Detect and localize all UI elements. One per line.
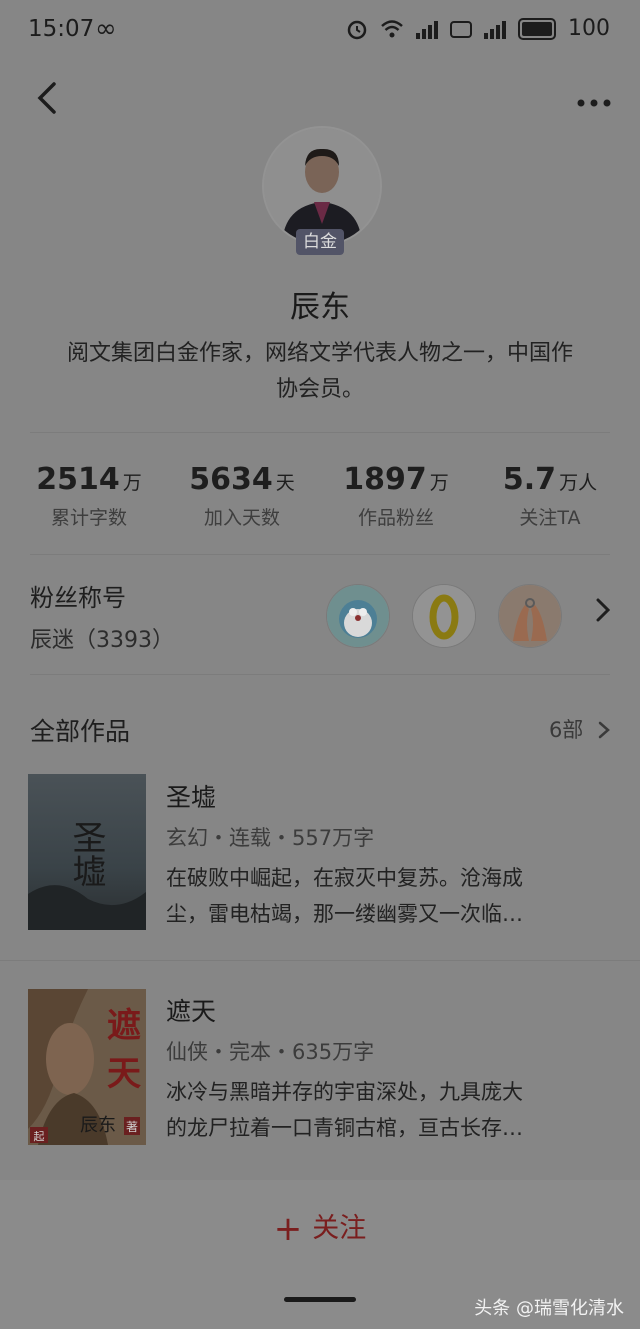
battery-level: 100 (568, 16, 610, 41)
platinum-badge: 白金 (296, 229, 344, 255)
works-count: 6部 (548, 718, 584, 742)
status-time: 15:07 (28, 16, 95, 42)
bio-line-1: 阅文集团白金作家，网络文学代表人物之一，中国作 (66, 341, 573, 366)
stat-label: 加入天数 (203, 507, 280, 529)
desc-line: 尘，雷电枯竭，那一缕幽雾又一次临… (166, 902, 523, 926)
book-meta: 仙侠・完本・635万字 (166, 1040, 375, 1064)
fan-badge-ring[interactable] (412, 584, 476, 648)
wifi-icon (381, 19, 403, 37)
book-title[interactable]: 遮天 (166, 992, 216, 1028)
stat-unit: 万 (122, 472, 142, 494)
divider (30, 432, 610, 433)
cover-logo: 起 (34, 1130, 45, 1143)
stat-label: 作品粉丝 (357, 507, 434, 529)
stat-value: 5.7 (502, 462, 557, 497)
stat-value: 1897 (343, 462, 427, 497)
author-name: 辰东 (290, 290, 350, 325)
desc-line: 在破败中崛起，在寂灭中复苏。沧海成 (166, 866, 523, 890)
stat-unit: 万 (429, 472, 449, 494)
alarm-icon (347, 20, 367, 39)
signal-4g-icon (416, 19, 438, 39)
more-icon[interactable] (576, 82, 612, 114)
book-cover-zhetian[interactable]: 遮 天 辰东 著 起 (28, 989, 146, 1145)
fan-title-name: 辰迷（3393） (30, 628, 174, 653)
back-icon[interactable] (28, 78, 68, 118)
stat-total-words: 2514 万 累计字数 (14, 462, 164, 530)
cover-title-2: 天 (107, 1054, 141, 1094)
stat-value: 2514 (36, 462, 120, 497)
plus-icon: + (273, 1209, 303, 1249)
book-cover-shengxu[interactable]: 圣墟 (28, 774, 146, 930)
fan-badge-hands[interactable] (498, 584, 562, 648)
cover-title-1: 遮 (107, 1006, 141, 1046)
author-avatar[interactable] (262, 126, 382, 246)
desc-line: 冰冷与黑暗并存的宇宙深处，九具庞大 (166, 1080, 523, 1104)
watermark: 头条 @瑞雪化清水 (474, 1298, 624, 1319)
chevron-right-icon[interactable] (596, 598, 611, 629)
signal-icon (484, 19, 506, 39)
stat-days-joined: 5634 天 加入天数 (167, 462, 317, 530)
book-description: 在破败中崛起，在寂灭中复苏。沧海成 尘，雷电枯竭，那一缕幽雾又一次临… (166, 860, 596, 932)
divider (0, 960, 640, 961)
fan-title-heading: 粉丝称号 (30, 584, 126, 612)
status-right: 100 (346, 16, 610, 41)
stat-followers[interactable]: 5.7 万人 关注TA (475, 462, 625, 530)
bio-line-2: 协会员。 (275, 377, 364, 402)
works-heading: 全部作品 (30, 717, 131, 746)
stat-work-fans: 1897 万 作品粉丝 (321, 462, 471, 530)
hd-icon (450, 20, 472, 38)
works-count-link[interactable]: 6部 (549, 714, 610, 744)
divider (30, 554, 610, 555)
divider (30, 674, 610, 675)
stat-value: 5634 (189, 462, 273, 497)
follow-label: 关注 (312, 1213, 367, 1244)
author-bio: 阅文集团白金作家，网络文学代表人物之一，中国作 协会员。 (30, 336, 610, 408)
book-meta: 玄幻・连载・557万字 (166, 826, 375, 850)
infinity-icon: ∞ (95, 14, 117, 44)
book-title[interactable]: 圣墟 (166, 778, 216, 814)
stat-label: 关注TA (519, 507, 581, 529)
desc-line: 的龙尸拉着一口青铜古棺，亘古长存… (166, 1116, 523, 1140)
status-bar: 15:07 ∞ 100 (0, 0, 640, 64)
cover-mark: 著 (126, 1120, 138, 1134)
stat-unit: 天 (275, 472, 295, 494)
stat-unit: 万人 (559, 472, 598, 494)
fan-badge-doraemon[interactable] (326, 584, 390, 648)
stat-label: 累计字数 (50, 507, 127, 529)
cover-title: 圣墟 (66, 820, 106, 888)
book-description: 冰冷与黑暗并存的宇宙深处，九具庞大 的龙尸拉着一口青铜古棺，亘古长存… (166, 1074, 596, 1146)
battery-icon (518, 17, 556, 40)
chevron-right-icon (598, 721, 610, 739)
home-indicator[interactable] (284, 1297, 356, 1302)
cover-author: 辰东 (80, 1115, 116, 1136)
follow-button[interactable]: + 关注 (0, 1206, 640, 1249)
